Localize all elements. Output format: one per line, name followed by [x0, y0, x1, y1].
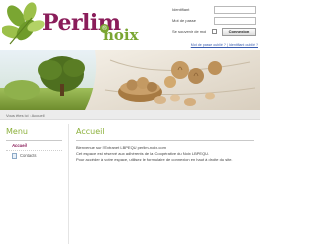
- identifier-label: Identifiant: [172, 7, 190, 12]
- remember-label: Se souvenir de moi: [172, 29, 207, 34]
- hero-banner-image: [0, 50, 260, 110]
- sidebar-item-contacts[interactable]: Contacts: [6, 151, 62, 161]
- breadcrumb-bar: Vous êtes ici : Accueil: [0, 110, 260, 120]
- sidebar-item-label: Accueil: [12, 143, 27, 148]
- breadcrumb: Vous êtes ici : Accueil: [6, 113, 45, 118]
- login-form: Identifiant Mot de passe Se souvenir de …: [172, 6, 258, 47]
- sidebar-item-label: Contacts: [20, 153, 37, 158]
- identifier-row: Identifiant: [172, 6, 258, 16]
- password-row: Mot de passe: [172, 17, 258, 27]
- instructions-paragraph: Pour accéder à votre espace, utilisez le…: [76, 157, 233, 162]
- main-content: Accueil Bienvenue sur l'Extranet LBPEQU …: [76, 127, 254, 163]
- document-icon: [12, 153, 17, 159]
- page-title: Accueil: [76, 127, 254, 141]
- logo-subtext: noix: [103, 26, 139, 44]
- column-divider: [68, 124, 69, 244]
- password-label: Mot de passe: [172, 18, 197, 23]
- site-header: Perlim ® noix Identifiant Mot de passe S…: [0, 0, 260, 50]
- identifier-input[interactable]: [214, 6, 256, 14]
- sidebar-item-accueil[interactable]: Accueil: [6, 141, 62, 151]
- login-button[interactable]: Connexion: [222, 28, 256, 36]
- password-input[interactable]: [214, 17, 256, 25]
- remember-checkbox[interactable]: [212, 29, 217, 34]
- sidebar-menu: Menu Accueil Contacts: [6, 127, 62, 161]
- forgot-credentials-link[interactable]: Mot de passe oublié ? | Identifiant oubl…: [191, 43, 258, 47]
- menu-title: Menu: [6, 127, 62, 141]
- remember-row: Se souvenir de moi Connexion: [172, 28, 258, 38]
